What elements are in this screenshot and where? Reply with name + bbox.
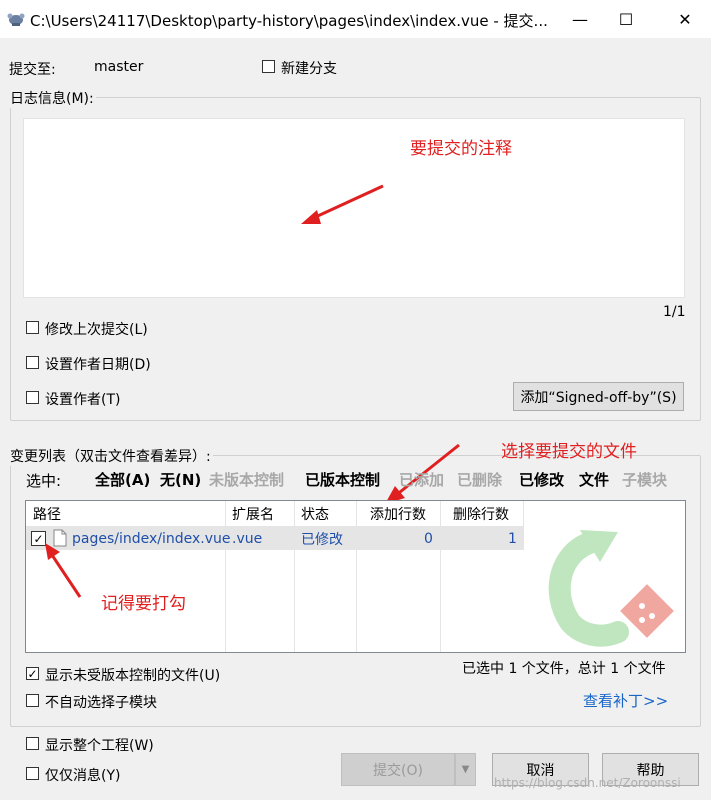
file-path: pages/index/index.vue [72,531,231,547]
file-added-lines: 0 [424,531,433,547]
file-extension: .vue [232,531,263,547]
close-button[interactable]: ✕ [662,0,708,38]
annotation-choose-files: 选择要提交的文件 [501,442,637,462]
chevron-down-icon: ▼ [461,764,470,775]
show-unversioned-label: 显示未受版本控制的文件(U) [45,668,221,684]
file-deleted-lines: 1 [508,531,517,547]
annotation-commit-note: 要提交的注释 [410,139,512,159]
column-divider [523,501,524,526]
minimize-button[interactable]: — [557,0,603,38]
set-author-checkbox[interactable] [26,391,39,404]
filter-unversioned[interactable]: 未版本控制 [209,469,284,490]
filter-all[interactable]: 全部(A) [95,469,150,490]
select-label: 选中: [26,472,62,490]
signed-off-by-button[interactable]: 添加“Signed-off-by”(S) [513,382,684,411]
column-added-lines[interactable]: 添加行数 [370,502,426,526]
column-divider [225,501,226,652]
no-auto-submodules-checkbox[interactable] [26,694,39,707]
annotation-arrow-icon [301,184,384,224]
filter-modified[interactable]: 已修改 [519,469,564,490]
view-patch-link[interactable]: 查看补丁>> [583,690,668,711]
commit-dropdown-button[interactable]: ▼ [455,753,476,786]
set-author-date-label: 设置作者日期(D) [45,357,151,373]
filter-submodules[interactable]: 子模块 [622,469,667,490]
filter-versioned[interactable]: 已版本控制 [305,469,380,490]
tortoisegit-app-icon [7,13,25,26]
show-unversioned-checkbox[interactable]: ✓ [26,667,39,680]
window-title: C:\Users\24117\Desktop\party-history\pag… [30,12,548,30]
annotation-arrow-icon [45,543,82,598]
background-window-edge [711,38,721,800]
new-branch-checkbox[interactable] [262,60,275,73]
selection-summary: 已选中 1 个文件，总计 1 个文件 [462,661,666,677]
new-branch-label: 新建分支 [281,61,337,77]
filter-deleted[interactable]: 已删除 [457,469,502,490]
file-list-header [26,501,524,527]
file-status: 已修改 [301,532,343,548]
changes-label: 变更列表（双击文件查看差异）: [8,446,213,466]
commit-button[interactable]: 提交(O) [341,753,455,786]
annotation-remember-check: 记得要打勾 [101,594,186,614]
column-deleted-lines[interactable]: 删除行数 [453,502,509,526]
no-auto-submodules-label: 不自动选择子模块 [45,695,157,711]
set-author-date-checkbox[interactable] [26,356,39,369]
column-divider [356,501,357,652]
maximize-button[interactable]: ☐ [603,0,649,38]
amend-label: 修改上次提交(L) [45,322,148,338]
message-counter: 1/1 [663,304,686,320]
set-author-label: 设置作者(T) [45,392,121,408]
commit-to-label: 提交至: [9,62,56,78]
watermark-text: https://blog.csdn.net/Zoroonssi [494,776,681,790]
message-only-checkbox[interactable] [26,767,39,780]
log-message-label: 日志信息(M): [8,88,96,108]
filter-files[interactable]: 文件 [579,469,609,490]
message-only-label: 仅仅消息(Y) [45,768,121,784]
column-path[interactable]: 路径 [33,502,61,526]
filter-none[interactable]: 无(N) [160,469,201,490]
branch-name: master [94,59,144,75]
column-divider [294,501,295,652]
filter-added[interactable]: 已添加 [399,469,444,490]
show-whole-project-checkbox[interactable] [26,737,39,750]
column-status[interactable]: 状态 [301,502,329,526]
show-whole-project-label: 显示整个工程(W) [45,738,154,754]
amend-checkbox[interactable] [26,321,39,334]
column-divider [440,501,441,652]
git-logo-watermark-icon [548,530,674,647]
column-extension[interactable]: 扩展名 [232,502,274,526]
